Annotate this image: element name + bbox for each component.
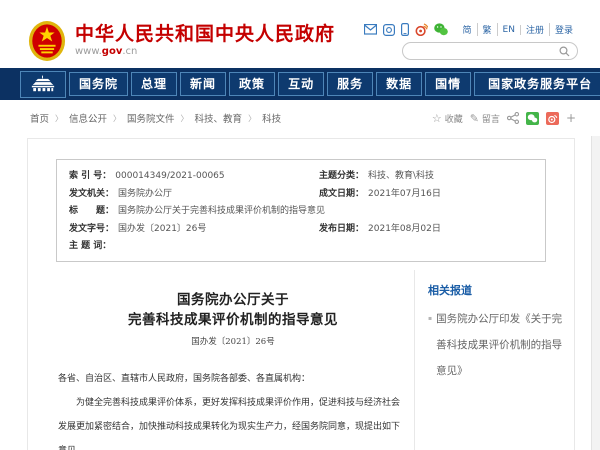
comment-label: 留言 — [482, 112, 500, 125]
meta-org-label: 发文机关： — [69, 186, 114, 204]
crumb-sci-tech: 科技 — [262, 111, 281, 125]
nav-item-gov-service-platform[interactable]: 国家政务服务平台 — [474, 72, 600, 96]
related-reports-title: 相关报道 — [428, 282, 566, 298]
email-icon[interactable] — [364, 24, 377, 35]
meta-docno-label: 发文字号： — [69, 221, 114, 239]
article-paragraph: 为健全完善科技成果评价体系，更好发挥科技成果评价作用，促进科技与经济社会发展更加… — [58, 391, 408, 450]
meta-published-date-value: 2021年08月02日 — [368, 221, 441, 239]
meta-title-label: 标 题： — [69, 203, 114, 221]
article-salutation: 各省、自治区、直辖市人民政府，国务院各部委、各直属机构： — [58, 367, 408, 391]
register-link[interactable]: 注册 — [521, 23, 550, 36]
document-container: 索 引 号： 000014349/2021-00065 主题分类： 科技、教育\… — [27, 138, 575, 450]
search-icon[interactable] — [559, 46, 570, 57]
nav-item-state-council[interactable]: 国务院 — [69, 72, 128, 96]
search-input[interactable] — [413, 46, 559, 57]
main-nav: 国务院 总理 新闻 政策 互动 服务 数据 国情 国家政务服务平台 — [0, 68, 600, 100]
nav-home[interactable] — [20, 71, 66, 98]
meta-row: 主 题 词： — [69, 238, 533, 256]
site-header: 中华人民共和国中央人民政府 www.gov.cn — [0, 0, 600, 68]
lang-simplified[interactable]: 简 — [458, 23, 478, 36]
meta-written-date-label: 成文日期： — [319, 186, 364, 204]
weibo-icon — [546, 112, 559, 125]
more-share-button[interactable]: + — [566, 111, 576, 125]
meta-row: 发文机关： 国务院办公厅 成文日期： 2021年07月16日 — [69, 186, 533, 204]
meta-keywords-label: 主 题 词： — [69, 238, 111, 256]
lang-traditional[interactable]: 繁 — [478, 23, 498, 36]
nav-item-services[interactable]: 服务 — [327, 72, 373, 96]
tiananmen-icon — [30, 75, 56, 92]
meta-row: 索 引 号： 000014349/2021-00065 主题分类： 科技、教育\… — [69, 168, 533, 186]
chevron-right-icon: 〉 — [181, 113, 189, 124]
document-meta-table: 索 引 号： 000014349/2021-00065 主题分类： 科技、教育\… — [56, 159, 546, 262]
bullet-icon: ▪ — [428, 306, 432, 384]
site-branding[interactable]: 中华人民共和国中央人民政府 www.gov.cn — [28, 20, 335, 62]
wechat-icon — [526, 112, 539, 125]
share-weibo-button[interactable] — [546, 112, 559, 125]
breadcrumb: 首页 〉 信息公开 〉 国务院文件 〉 科技、教育 〉 科技 — [30, 111, 281, 125]
related-report-text[interactable]: 国务院办公厅印发《关于完善科技成果评价机制的指导意见》 — [436, 306, 566, 384]
chevron-right-icon: 〉 — [248, 113, 256, 124]
meta-title-value: 国务院办公厅关于完善科技成果评价机制的指导意见 — [118, 203, 325, 221]
meta-published-date-label: 发布日期： — [319, 221, 364, 239]
article-doc-number: 国办发〔2021〕26号 — [58, 335, 408, 347]
site-title: 中华人民共和国中央人民政府 — [75, 23, 335, 45]
comment-button[interactable]: ✎ 留言 — [470, 112, 500, 125]
meta-docno-value: 国办发〔2021〕26号 — [118, 221, 206, 239]
article-title-line1: 国务院办公厅关于 — [58, 290, 408, 310]
breadcrumb-bar: 首页 〉 信息公开 〉 国务院文件 〉 科技、教育 〉 科技 ☆ 收藏 ✎ 留言 — [0, 100, 600, 136]
crumb-home[interactable]: 首页 — [30, 111, 49, 125]
favorite-button[interactable]: ☆ 收藏 — [432, 112, 463, 125]
content-row: 国务院办公厅关于 完善科技成果评价机制的指导意见 国办发〔2021〕26号 各省… — [28, 270, 574, 450]
language-links: 简 繁 EN 注册 登录 — [458, 23, 578, 36]
url-cn: .cn — [122, 46, 137, 57]
article-title-line2: 完善科技成果评价机制的指导意见 — [58, 310, 408, 330]
meta-row: 发文字号： 国办发〔2021〕26号 发布日期： 2021年08月02日 — [69, 221, 533, 239]
chevron-right-icon: 〉 — [55, 113, 63, 124]
mobile-icon[interactable] — [401, 23, 409, 36]
pen-icon: ✎ — [470, 113, 479, 124]
nav-item-interaction[interactable]: 互动 — [278, 72, 324, 96]
scrollbar[interactable] — [591, 136, 600, 450]
crumb-state-council-docs[interactable]: 国务院文件 — [127, 111, 175, 125]
nav-item-policy[interactable]: 政策 — [229, 72, 275, 96]
article: 国务院办公厅关于 完善科技成果评价机制的指导意见 国办发〔2021〕26号 各省… — [28, 270, 414, 450]
meta-topic-value: 科技、教育\科技 — [368, 168, 434, 186]
favorite-label: 收藏 — [445, 112, 463, 125]
client-app-icon[interactable] — [383, 24, 395, 36]
weibo-icon[interactable] — [415, 23, 428, 36]
article-body: 各省、自治区、直辖市人民政府，国务院各部委、各直属机构： 为健全完善科技成果评价… — [58, 367, 408, 450]
utility-icons-row: 简 繁 EN 注册 登录 — [364, 23, 578, 36]
nav-item-data[interactable]: 数据 — [376, 72, 422, 96]
related-reports-sidebar: 相关报道 ▪ 国务院办公厅印发《关于完善科技成果评价机制的指导意见》 — [414, 270, 574, 450]
national-emblem-icon — [28, 20, 66, 62]
chevron-right-icon: 〉 — [113, 113, 121, 124]
url-gov: gov — [102, 46, 123, 57]
nav-item-national-conditions[interactable]: 国情 — [425, 72, 471, 96]
title-block: 中华人民共和国中央人民政府 www.gov.cn — [75, 23, 335, 59]
meta-row: 标 题： 国务院办公厅关于完善科技成果评价机制的指导意见 — [69, 203, 533, 221]
crumb-sci-tech-education[interactable]: 科技、教育 — [195, 111, 243, 125]
search-box[interactable] — [402, 42, 578, 60]
share-icon[interactable] — [507, 112, 519, 124]
lang-english[interactable]: EN — [498, 25, 521, 35]
meta-index-value: 000014349/2021-00065 — [115, 168, 224, 186]
meta-org-value: 国务院办公厅 — [118, 186, 172, 204]
header-utilities: 简 繁 EN 注册 登录 — [364, 23, 578, 68]
site-url: www.gov.cn — [75, 45, 335, 59]
nav-item-news[interactable]: 新闻 — [180, 72, 226, 96]
star-icon: ☆ — [432, 113, 442, 124]
url-www: www. — [75, 46, 102, 57]
login-link[interactable]: 登录 — [550, 23, 578, 36]
meta-index-label: 索 引 号： — [69, 168, 111, 186]
share-wechat-button[interactable] — [526, 112, 539, 125]
meta-topic-label: 主题分类： — [319, 168, 364, 186]
meta-written-date-value: 2021年07月16日 — [368, 186, 441, 204]
crumb-info-disclosure[interactable]: 信息公开 — [69, 111, 107, 125]
wechat-icon[interactable] — [434, 23, 448, 36]
related-report-link[interactable]: ▪ 国务院办公厅印发《关于完善科技成果评价机制的指导意见》 — [428, 306, 566, 384]
article-title: 国务院办公厅关于 完善科技成果评价机制的指导意见 — [58, 290, 408, 330]
page-toolbar: ☆ 收藏 ✎ 留言 + — [432, 111, 576, 125]
nav-item-premier[interactable]: 总理 — [131, 72, 177, 96]
